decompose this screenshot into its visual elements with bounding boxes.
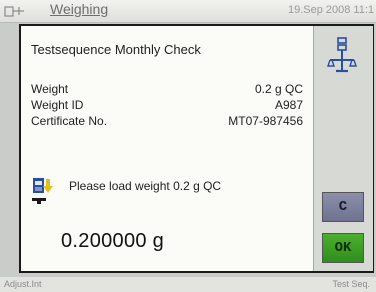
- test-sequence-dialog: Testsequence Monthly Check Weight 0.2 g …: [19, 24, 374, 273]
- field-label: Weight: [31, 82, 69, 96]
- weight-readout: 0.200000 g: [61, 230, 165, 252]
- ok-button[interactable]: OK: [322, 233, 364, 263]
- load-weight-prompt: Please load weight 0.2 g QC: [69, 179, 222, 193]
- field-value: A987: [274, 98, 303, 112]
- balance-app-icon: [4, 6, 24, 17]
- app-title[interactable]: Weighing: [50, 1, 108, 17]
- footer-left-label[interactable]: Adjust.Int: [4, 279, 42, 289]
- scale-balance-icon: [327, 37, 357, 73]
- cancel-button[interactable]: C: [322, 192, 364, 222]
- field-label: Weight ID: [31, 98, 84, 112]
- field-value: 0.2 g QC: [254, 82, 303, 96]
- field-label: Certificate No.: [31, 114, 108, 128]
- dialog-content: Testsequence Monthly Check Weight 0.2 g …: [21, 26, 313, 271]
- field-row-certificate: Certificate No. MT07-987456: [31, 114, 303, 129]
- date-time: 19.Sep 2008 11:1: [287, 4, 374, 16]
- dialog-sidebar: C OK: [313, 26, 373, 271]
- dialog-title: Testsequence Monthly Check: [31, 42, 201, 57]
- load-weight-icon: [32, 178, 53, 204]
- field-value: MT07-987456: [228, 114, 303, 128]
- field-row-weight: Weight 0.2 g QC: [31, 82, 303, 97]
- top-bar: Weighing 19.Sep 2008 11:1: [0, 0, 376, 23]
- footer-right-label[interactable]: Test Seq.: [332, 279, 370, 289]
- bottom-bar: Adjust.Int Test Seq.: [0, 277, 376, 292]
- field-row-weight-id: Weight ID A987: [31, 98, 303, 113]
